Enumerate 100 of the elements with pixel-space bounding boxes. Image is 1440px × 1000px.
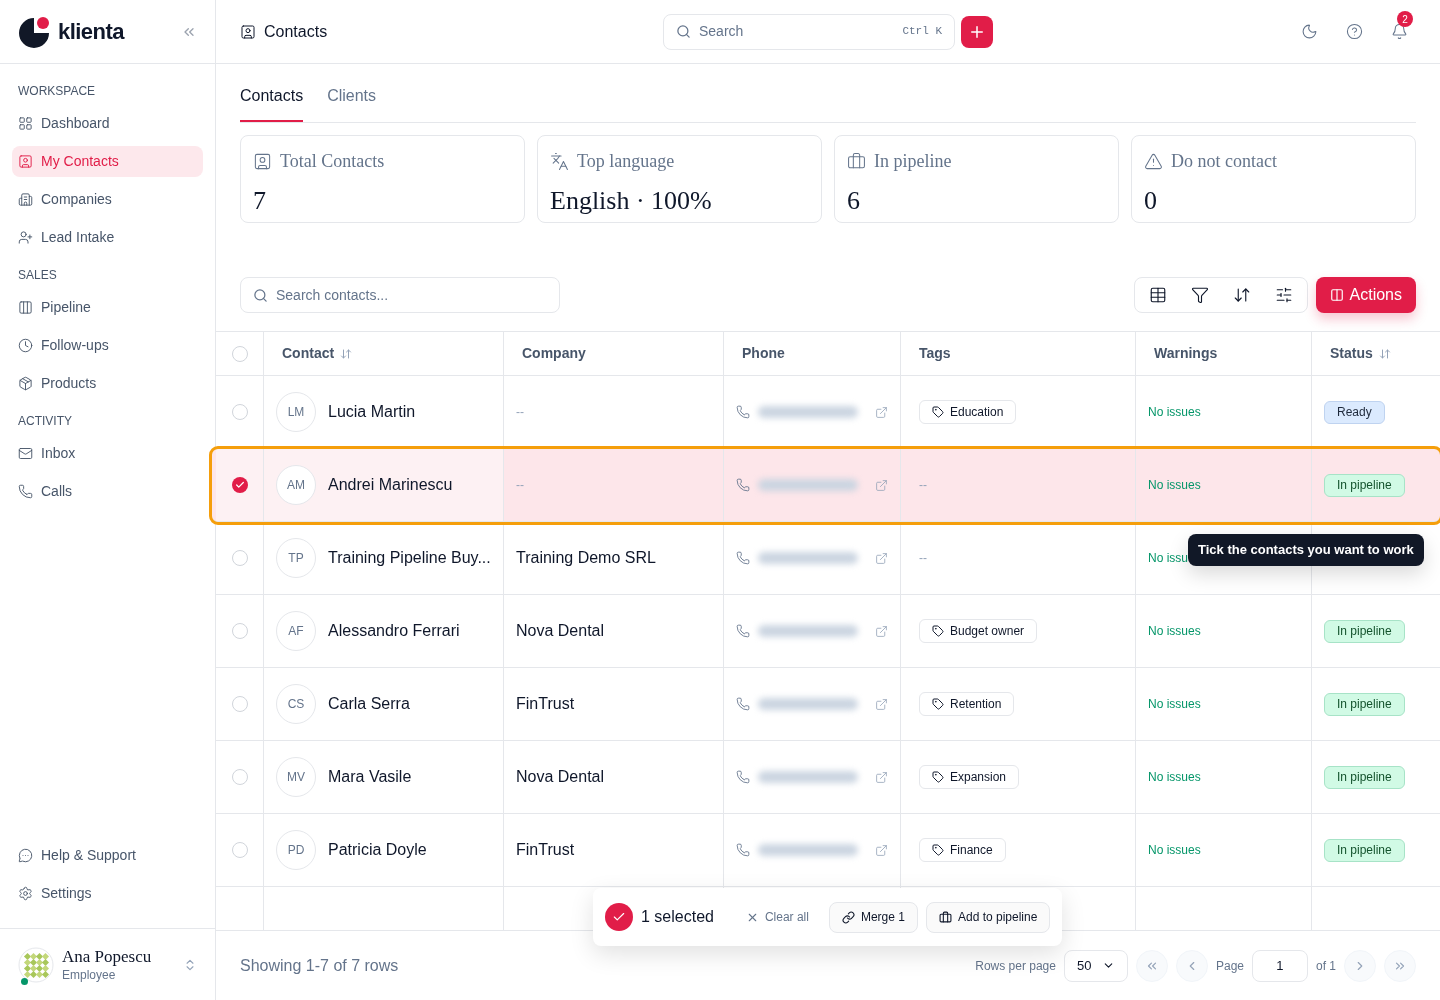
chat-icon (18, 848, 33, 863)
page-total: of 1 (1316, 957, 1336, 975)
actions-button[interactable]: Actions (1315, 277, 1416, 313)
building-icon (18, 192, 33, 207)
contact-name[interactable]: Mara Vasile (328, 765, 412, 789)
external-link-icon[interactable] (875, 478, 888, 492)
nav-item[interactable]: Calls (12, 476, 203, 507)
warning-status: No issues (1148, 769, 1201, 786)
selected-count: 1 selected (641, 907, 714, 927)
warning-status: No issues (1148, 842, 1201, 859)
table-row[interactable]: MV Mara Vasile Nova Dental Expansion No issues In pipeline (216, 741, 1440, 814)
table-row[interactable]: AF Alessandro Ferrari Nova Dental Budget owner No issues In pipeline (216, 595, 1440, 668)
column-header[interactable]: Contact (264, 332, 504, 375)
initials-avatar: MV (276, 757, 316, 797)
grid-icon (18, 116, 33, 131)
settings-icon (18, 886, 33, 901)
warning-status: No issues (1148, 623, 1201, 640)
contact-name[interactable]: Patricia Doyle (328, 838, 427, 862)
status-pill: Ready (1324, 400, 1385, 424)
nav-item[interactable]: My Contacts (12, 146, 203, 177)
table-row[interactable]: PD Patricia Doyle FinTrust Finance No issues In pipeline (216, 814, 1440, 887)
external-link-icon[interactable] (875, 551, 888, 565)
page-field[interactable]: 1 (1252, 949, 1308, 982)
warning-status: No issues (1148, 404, 1201, 421)
company-name: -- (516, 477, 524, 494)
initials-avatar: CS (276, 684, 316, 724)
company-name: FinTrust (516, 694, 575, 714)
add-to-pipeline-button[interactable]: Add to pipeline (926, 901, 1051, 933)
nav-item[interactable]: Products (12, 368, 203, 399)
initials-avatar: AM (276, 465, 316, 505)
external-link-icon[interactable] (875, 843, 888, 857)
table-row[interactable]: CS Carla Serra FinTrust Retention No issues In pipeline (216, 668, 1440, 741)
contact-name[interactable]: Andrei Marinescu (328, 473, 453, 497)
add-button[interactable] (961, 15, 993, 48)
contact-name[interactable]: Training Pipeline Buy... (328, 546, 491, 570)
user-role: Employee (62, 967, 117, 983)
clock-icon (18, 338, 33, 353)
sliders-icon[interactable] (1274, 286, 1293, 304)
column-header[interactable]: Company (504, 332, 724, 375)
last-page-button[interactable] (1384, 949, 1416, 982)
search-field[interactable]: Search Ctrl K (663, 13, 955, 50)
nav-item[interactable]: Settings (12, 878, 203, 909)
table-icon[interactable] (1148, 286, 1167, 304)
contact-card-icon (253, 152, 272, 171)
column-header[interactable]: Warnings (1136, 332, 1312, 375)
sort-icon[interactable] (1232, 286, 1251, 304)
phone-icon (736, 551, 750, 565)
clear-all-button[interactable]: Clear all (745, 908, 809, 926)
contact-name[interactable]: Alessandro Ferrari (328, 619, 460, 643)
external-link-icon[interactable] (875, 624, 888, 638)
next-page-button[interactable] (1344, 949, 1376, 982)
columns-icon (1329, 288, 1344, 302)
tab[interactable]: Clients (327, 84, 377, 122)
phone-icon (736, 770, 750, 784)
phone-icon (736, 624, 750, 638)
nav-item[interactable]: Companies (12, 184, 203, 215)
briefcase-icon (847, 152, 866, 171)
contact-card-icon (18, 154, 33, 169)
company-name: Nova Dental (516, 621, 605, 641)
nav-item[interactable]: Dashboard (12, 108, 203, 139)
external-link-icon[interactable] (875, 405, 888, 419)
stat-label: Total Contacts (280, 150, 385, 173)
column-header[interactable]: Phone (724, 332, 901, 375)
external-link-icon[interactable] (875, 697, 888, 711)
table-row[interactable]: AM Andrei Marinescu -- -- No issues In pipeline (212, 449, 1440, 522)
merge-button[interactable]: Merge 1 (828, 901, 918, 933)
contact-name[interactable]: Lucia Martin (328, 400, 416, 424)
nav-item[interactable]: Follow-ups (12, 330, 203, 361)
user-plus-icon (18, 230, 33, 245)
phone-icon (736, 405, 750, 419)
tag-chip: Expansion (919, 765, 1020, 789)
external-link-icon[interactable] (875, 770, 888, 784)
nav-item[interactable]: Inbox (12, 438, 203, 469)
link-icon (841, 910, 855, 924)
filter-icon[interactable] (1190, 286, 1209, 304)
nav-item[interactable]: Help & Support (12, 840, 203, 871)
notification-icon[interactable] (1391, 23, 1408, 40)
row-checkbox[interactable] (231, 477, 248, 493)
initials-avatar: TP (276, 538, 316, 578)
column-header[interactable]: Tags (901, 332, 1136, 375)
stat-value: 6 (847, 185, 861, 217)
phone-icon (18, 484, 33, 499)
section-heading: SALES (17, 267, 58, 284)
column-header[interactable]: Status (1312, 332, 1440, 375)
contacts-search-field[interactable]: Search contacts... (240, 277, 560, 313)
user-name: Ana Popescu (62, 946, 153, 968)
moon-icon[interactable] (1301, 23, 1318, 40)
tab[interactable]: Contacts (240, 84, 304, 122)
nav-item[interactable]: Lead Intake (12, 222, 203, 253)
help-icon[interactable] (1346, 23, 1363, 40)
stat-value: 0 (1144, 185, 1158, 217)
nav-item[interactable]: Pipeline (12, 292, 203, 323)
rows-per-page-select[interactable]: 50 (1063, 949, 1128, 982)
briefcase-icon (939, 910, 952, 924)
empty-tag: -- (919, 476, 927, 494)
company-name: -- (516, 404, 524, 421)
status-pill: In pipeline (1324, 692, 1405, 716)
tag-icon (932, 625, 944, 637)
contact-name[interactable]: Carla Serra (328, 692, 410, 716)
tag-chip: Budget owner (919, 619, 1038, 643)
